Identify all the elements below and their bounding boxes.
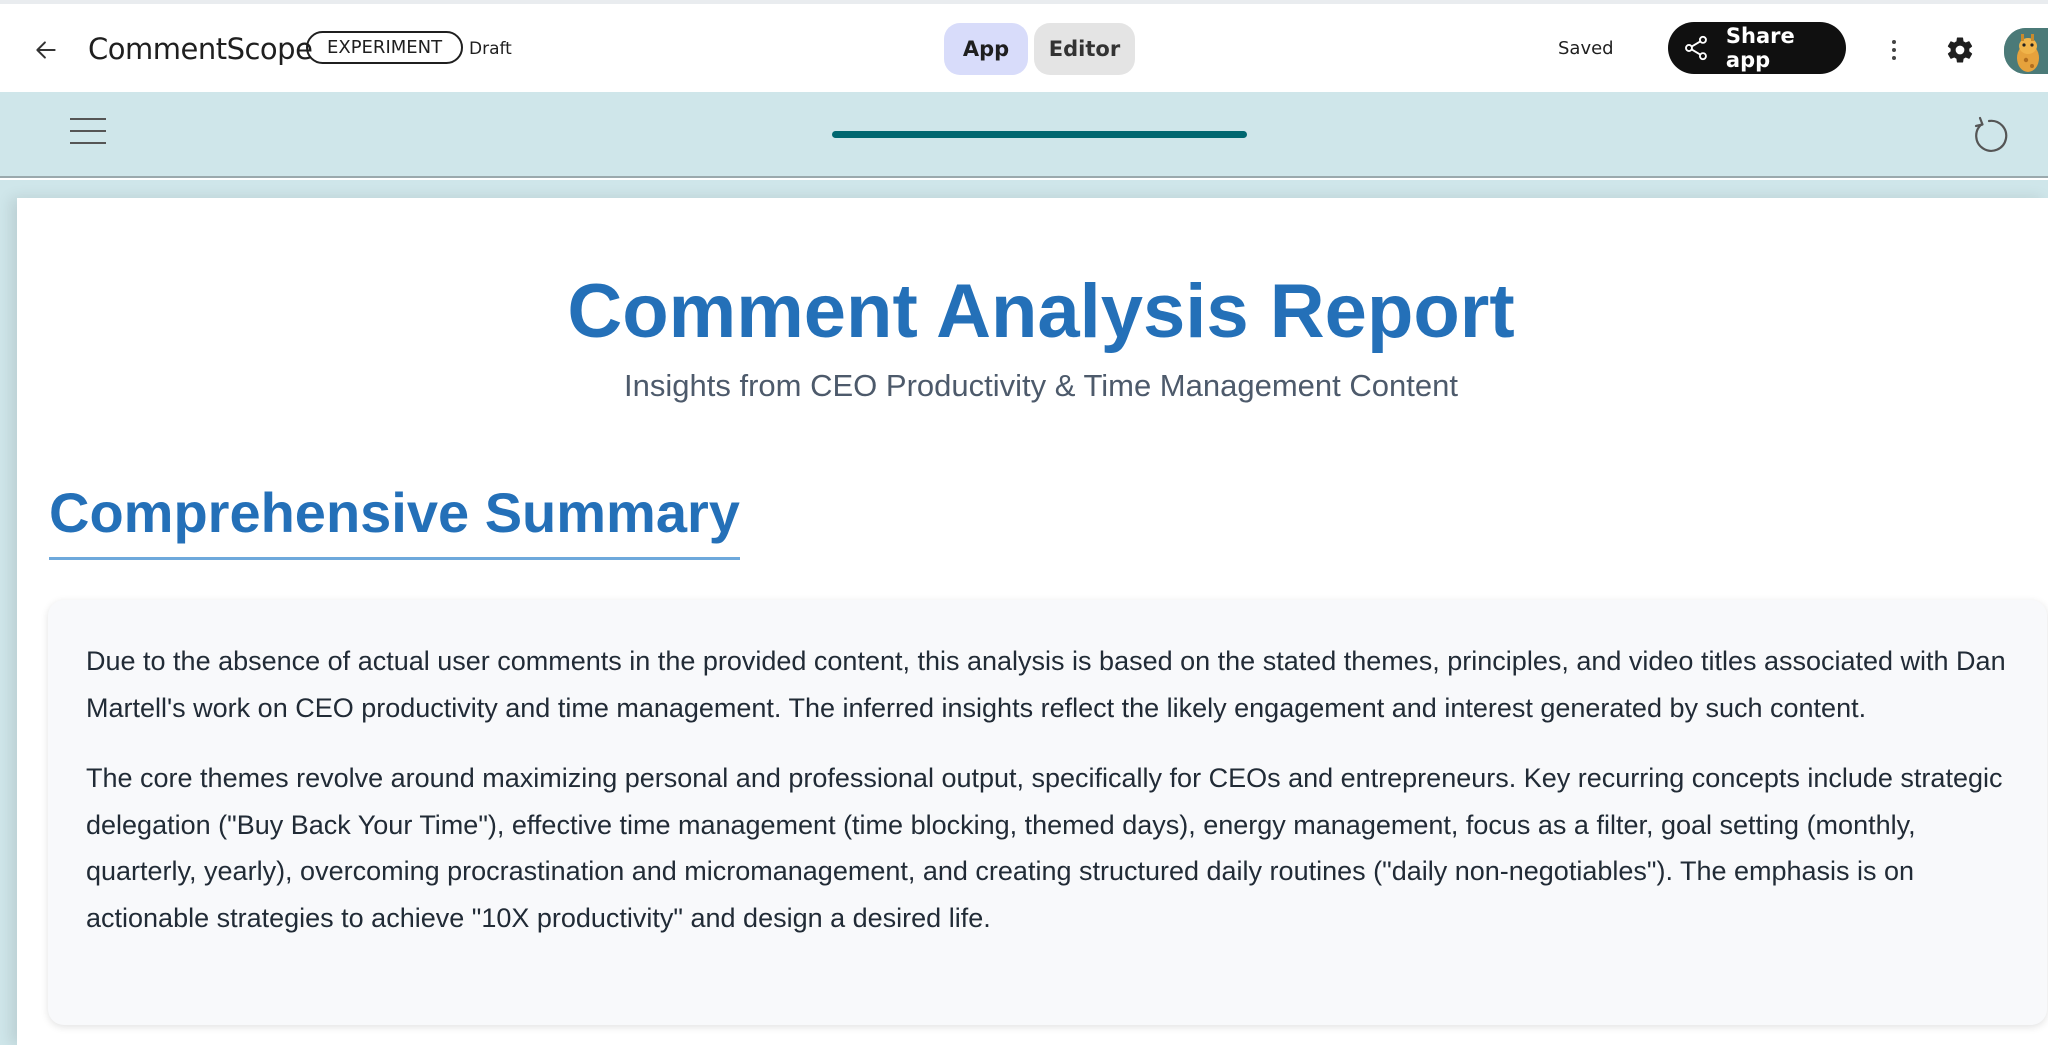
refresh-button[interactable] (1968, 114, 2010, 156)
refresh-icon (1974, 116, 2008, 152)
giraffe-avatar-icon (2004, 28, 2048, 74)
settings-button[interactable] (1940, 30, 1980, 70)
tab-app[interactable]: App (944, 23, 1028, 75)
saved-status: Saved (1558, 38, 1614, 59)
report-title: Comment Analysis Report (567, 269, 1515, 354)
share-app-label: Share app (1725, 24, 1795, 72)
summary-paragraph: Due to the absence of actual user commen… (86, 646, 2006, 723)
hamburger-icon (70, 118, 106, 144)
app-toolbar (0, 92, 2048, 178)
report-card: Comment Analysis Report Insights from CE… (17, 198, 2048, 1045)
loading-progress-bar (832, 131, 1247, 138)
draft-status: Draft (469, 39, 512, 59)
gear-icon (1947, 37, 1973, 63)
more-vert-icon (1892, 40, 1896, 60)
summary-paragraph: The core themes revolve around maximizin… (86, 763, 2003, 933)
share-app-button[interactable]: Share app (1668, 22, 1846, 74)
experiment-badge: EXPERIMENT (306, 31, 464, 64)
user-avatar[interactable] (2004, 28, 2048, 74)
app-title: CommentScope (88, 32, 313, 66)
app-header: CommentScope EXPERIMENT Draft App Editor… (0, 4, 2048, 92)
back-button[interactable] (26, 30, 66, 70)
summary-box: Due to the absence of actual user commen… (48, 600, 2047, 1025)
report-subtitle: Insights from CEO Productivity & Time Ma… (624, 368, 1458, 403)
tab-editor[interactable]: Editor (1034, 23, 1135, 75)
arrow-left-icon (36, 41, 56, 59)
more-options-button[interactable] (1880, 30, 1908, 70)
share-icon (1685, 35, 1707, 61)
section-heading: Comprehensive Summary (49, 480, 740, 560)
menu-button[interactable] (70, 118, 106, 148)
